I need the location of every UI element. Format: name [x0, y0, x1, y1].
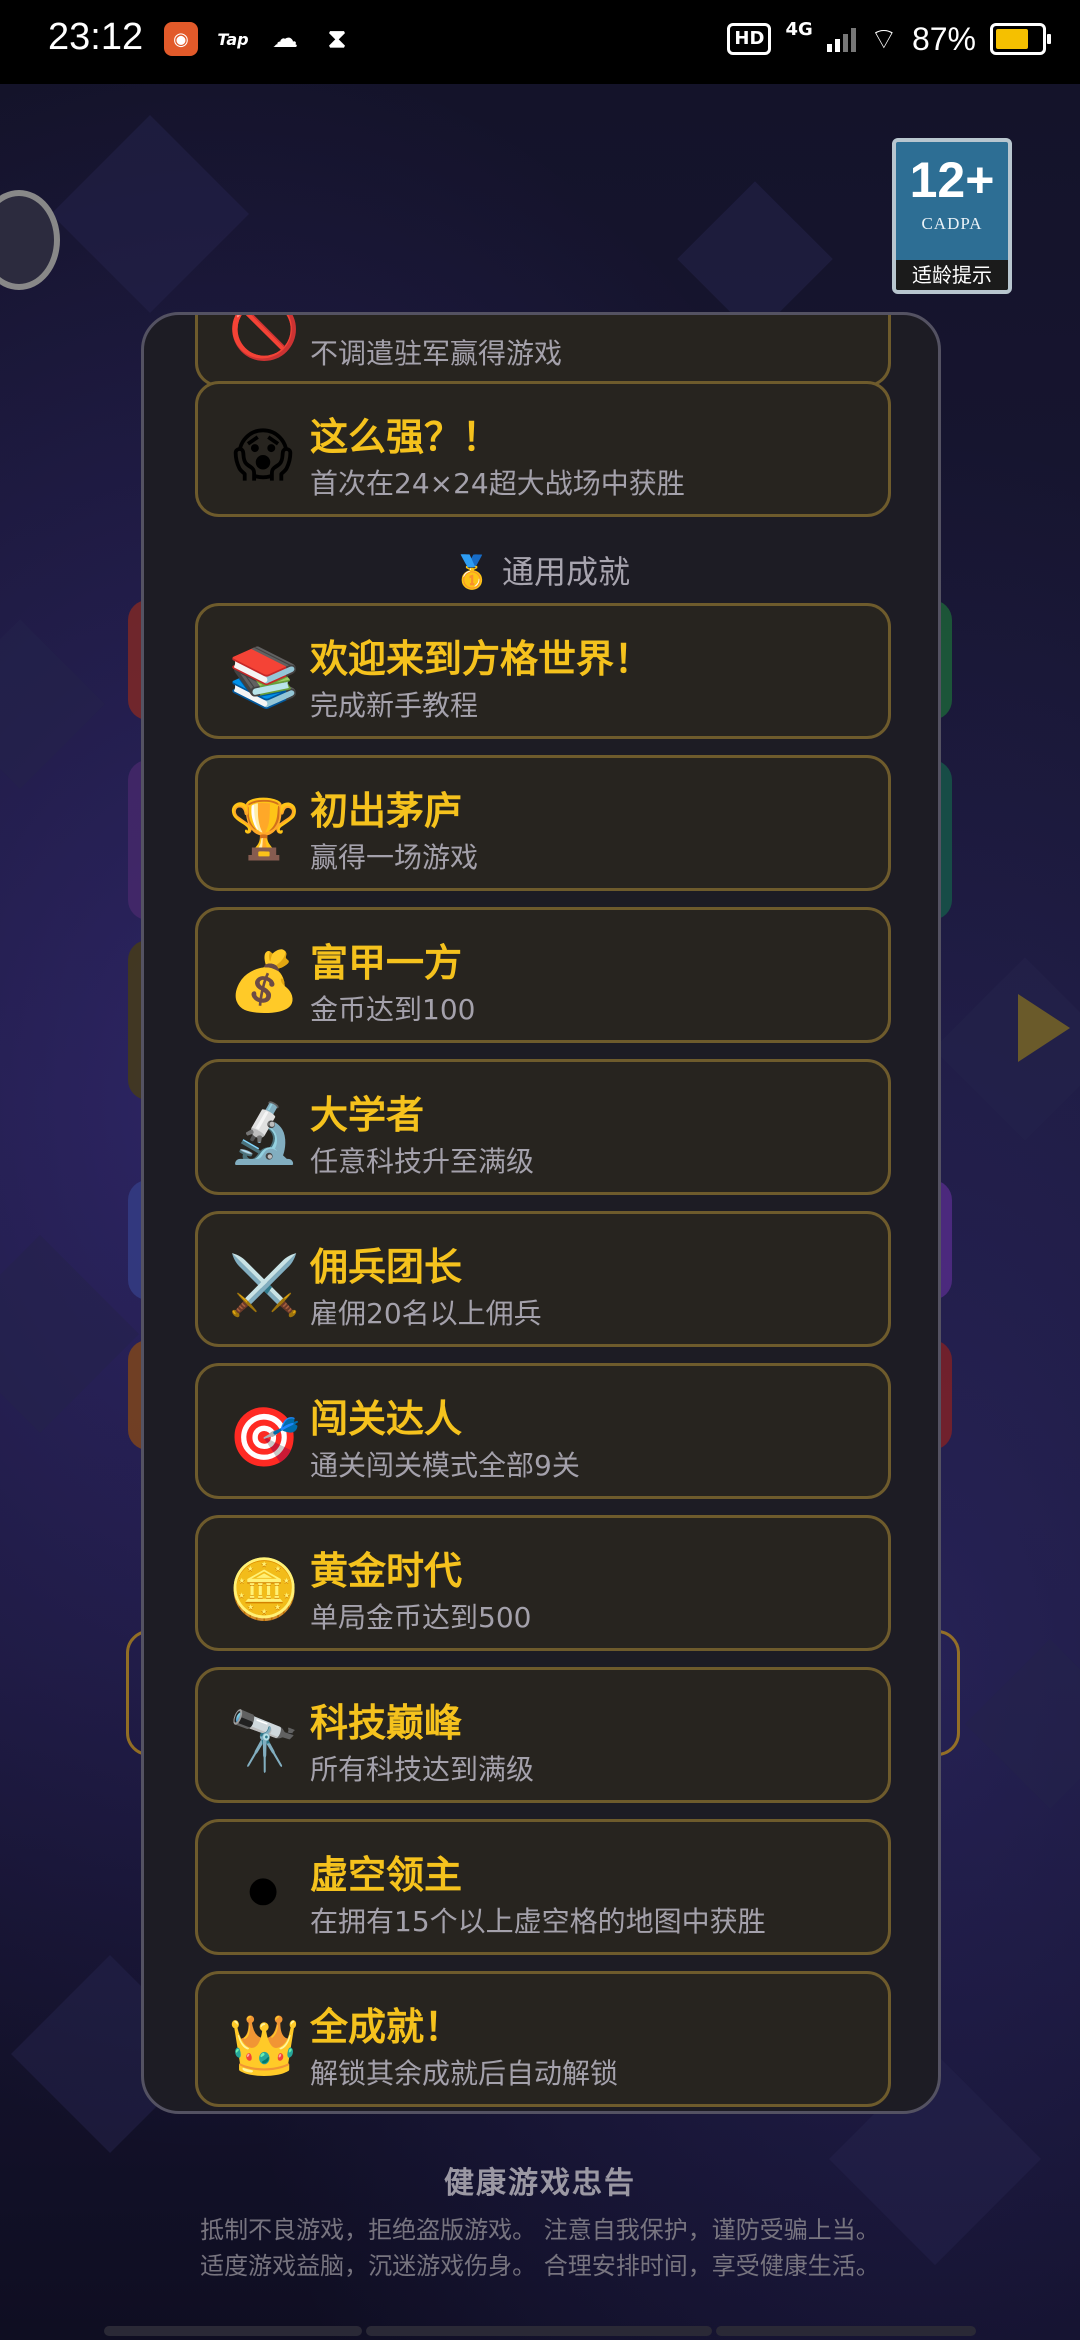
status-time: 23:12: [48, 16, 144, 58]
achievement-title: 全成就！: [310, 2005, 463, 2049]
books-icon: 📚: [228, 643, 301, 711]
achievement-desc: 金币达到100: [310, 993, 476, 1026]
cell-signal-icon: [826, 26, 856, 52]
achievement-desc: 不调遣驻军赢得游戏: [310, 337, 563, 370]
achievement-title: 富甲一方: [310, 941, 463, 985]
medal-icon: 🥇: [451, 553, 492, 591]
achievement-card: 🔬 大学者 任意科技升至满级: [195, 1059, 891, 1195]
section-heading: 🥇 通用成就: [144, 547, 938, 593]
achievement-card: 🏆 初出茅庐 赢得一场游戏: [195, 755, 891, 891]
achievement-card: 📚 欢迎来到方格世界！ 完成新手教程: [195, 603, 891, 739]
scream-face-icon: 😱: [232, 421, 294, 489]
bg-cube: [965, 1639, 1080, 1809]
achievement-card: ⚔️ 佣兵团长 雇佣20名以上佣兵: [195, 1211, 891, 1347]
achievement-card: 👑 全成就！ 解锁其余成就后自动解锁: [195, 1971, 891, 2107]
achievement-desc: 赢得一场游戏: [310, 841, 479, 874]
achievement-title: 虚空领主: [310, 1853, 463, 1897]
health-advice-line: 抵制不良游戏，拒绝盗版游戏。 注意自我保护，谨防受骗上当。: [200, 2216, 880, 2244]
achievement-title: 这么强？！: [310, 415, 501, 459]
achievements-panel[interactable]: 🚫 不调遣驻军赢得游戏 😱 这么强？！ 首次在24×24超大战场中获胜 🥇 通用…: [141, 312, 941, 2114]
achievement-title: 大学者: [310, 1093, 425, 1137]
achievement-desc: 单局金币达到500: [310, 1601, 532, 1634]
achievement-desc: 通关闯关模式全部9关: [310, 1449, 580, 1482]
achievement-desc: 解锁其余成就后自动解锁: [310, 2057, 619, 2090]
achievement-title: 黄金时代: [310, 1549, 463, 1593]
age-rating-org: CADPA: [921, 214, 983, 233]
achievement-desc: 首次在24×24超大战场中获胜: [310, 467, 685, 500]
battery-fill: [996, 29, 1029, 49]
section-label: 通用成就: [502, 553, 631, 591]
bg-cube: [0, 1235, 139, 1433]
achievement-card: 🪙 黄金时代 单局金币达到500: [195, 1515, 891, 1651]
age-rating-number: 12+: [909, 152, 995, 208]
bottom-bar-segment: [716, 2326, 976, 2336]
achievement-card: 🎯 闯关达人 通关闯关模式全部9关: [195, 1363, 891, 1499]
health-advice-title: 健康游戏忠告: [444, 2166, 636, 2201]
achievement-title: 欢迎来到方格世界！: [310, 637, 653, 681]
crossed-swords-icon: ⚔️: [228, 1251, 301, 1319]
achievement-card: 🔭 科技巅峰 所有科技达到满级: [195, 1667, 891, 1803]
hourglass-icon: ⧗: [327, 23, 347, 54]
achievement-title: 佣兵团长: [310, 1245, 463, 1289]
achievement-title: 闯关达人: [310, 1397, 463, 1441]
money-bag-icon: 💰: [228, 947, 301, 1015]
gold-coin-icon: 🪙: [228, 1555, 301, 1623]
wechat-icon: ☁: [272, 24, 298, 54]
tap-notification-icon: Tap: [217, 29, 249, 49]
bg-cube: [0, 619, 105, 789]
age-rating-hint: 适龄提示: [896, 260, 1008, 290]
void-orb-icon: ⚫: [238, 1859, 288, 1927]
hd-icon: HD: [727, 23, 772, 55]
screen: 23:12 ◉ Tap ☁ ⧗ HD 4G ⌔ 87% 12+ CADPA 适龄…: [0, 0, 1080, 2340]
crown-icon: 👑: [228, 2011, 301, 2079]
microscope-icon: 🔬: [228, 1099, 301, 1167]
wifi-icon: ⌔: [869, 22, 898, 57]
achievement-desc: 在拥有15个以上虚空格的地图中获胜: [310, 1905, 766, 1938]
achievement-desc: 完成新手教程: [310, 689, 479, 722]
target-icon: 🎯: [228, 1403, 301, 1471]
next-arrow-icon: [1018, 994, 1070, 1062]
age-rating-badge[interactable]: 12+ CADPA 适龄提示: [892, 138, 1012, 294]
app-notification-icon: ◉: [164, 22, 198, 56]
achievement-card: ⚫ 虚空领主 在拥有15个以上虚空格的地图中获胜: [195, 1819, 891, 1955]
battery-percent: 87%: [911, 20, 976, 57]
bg-cube: [51, 115, 249, 313]
health-advice-line: 适度游戏益脑，沉迷游戏伤身。 合理安排时间，享受健康生活。: [200, 2252, 880, 2280]
achievement-desc: 雇佣20名以上佣兵: [310, 1297, 542, 1330]
signal-type: 4G: [785, 18, 813, 40]
achievement-title: 初出茅庐: [310, 789, 463, 833]
bottom-bar-segment: [104, 2326, 362, 2336]
achievement-card: 💰 富甲一方 金币达到100: [195, 907, 891, 1043]
achievement-desc: 任意科技升至满级: [310, 1145, 535, 1178]
bottom-bar-segment: [366, 2326, 712, 2336]
no-entry-icon: 🚫: [228, 312, 301, 363]
achievement-desc: 所有科技达到满级: [310, 1753, 535, 1786]
achievement-card: 🚫 不调遣驻军赢得游戏: [195, 312, 891, 387]
status-bar: 23:12 ◉ Tap ☁ ⧗ HD 4G ⌔ 87%: [0, 0, 1080, 84]
trophy-icon: 🏆: [228, 795, 301, 863]
achievement-title: 科技巅峰: [310, 1701, 463, 1745]
telescope-icon: 🔭: [228, 1707, 301, 1775]
battery-icon: [990, 23, 1051, 55]
achievement-card: 😱 这么强？！ 首次在24×24超大战场中获胜: [195, 381, 891, 517]
